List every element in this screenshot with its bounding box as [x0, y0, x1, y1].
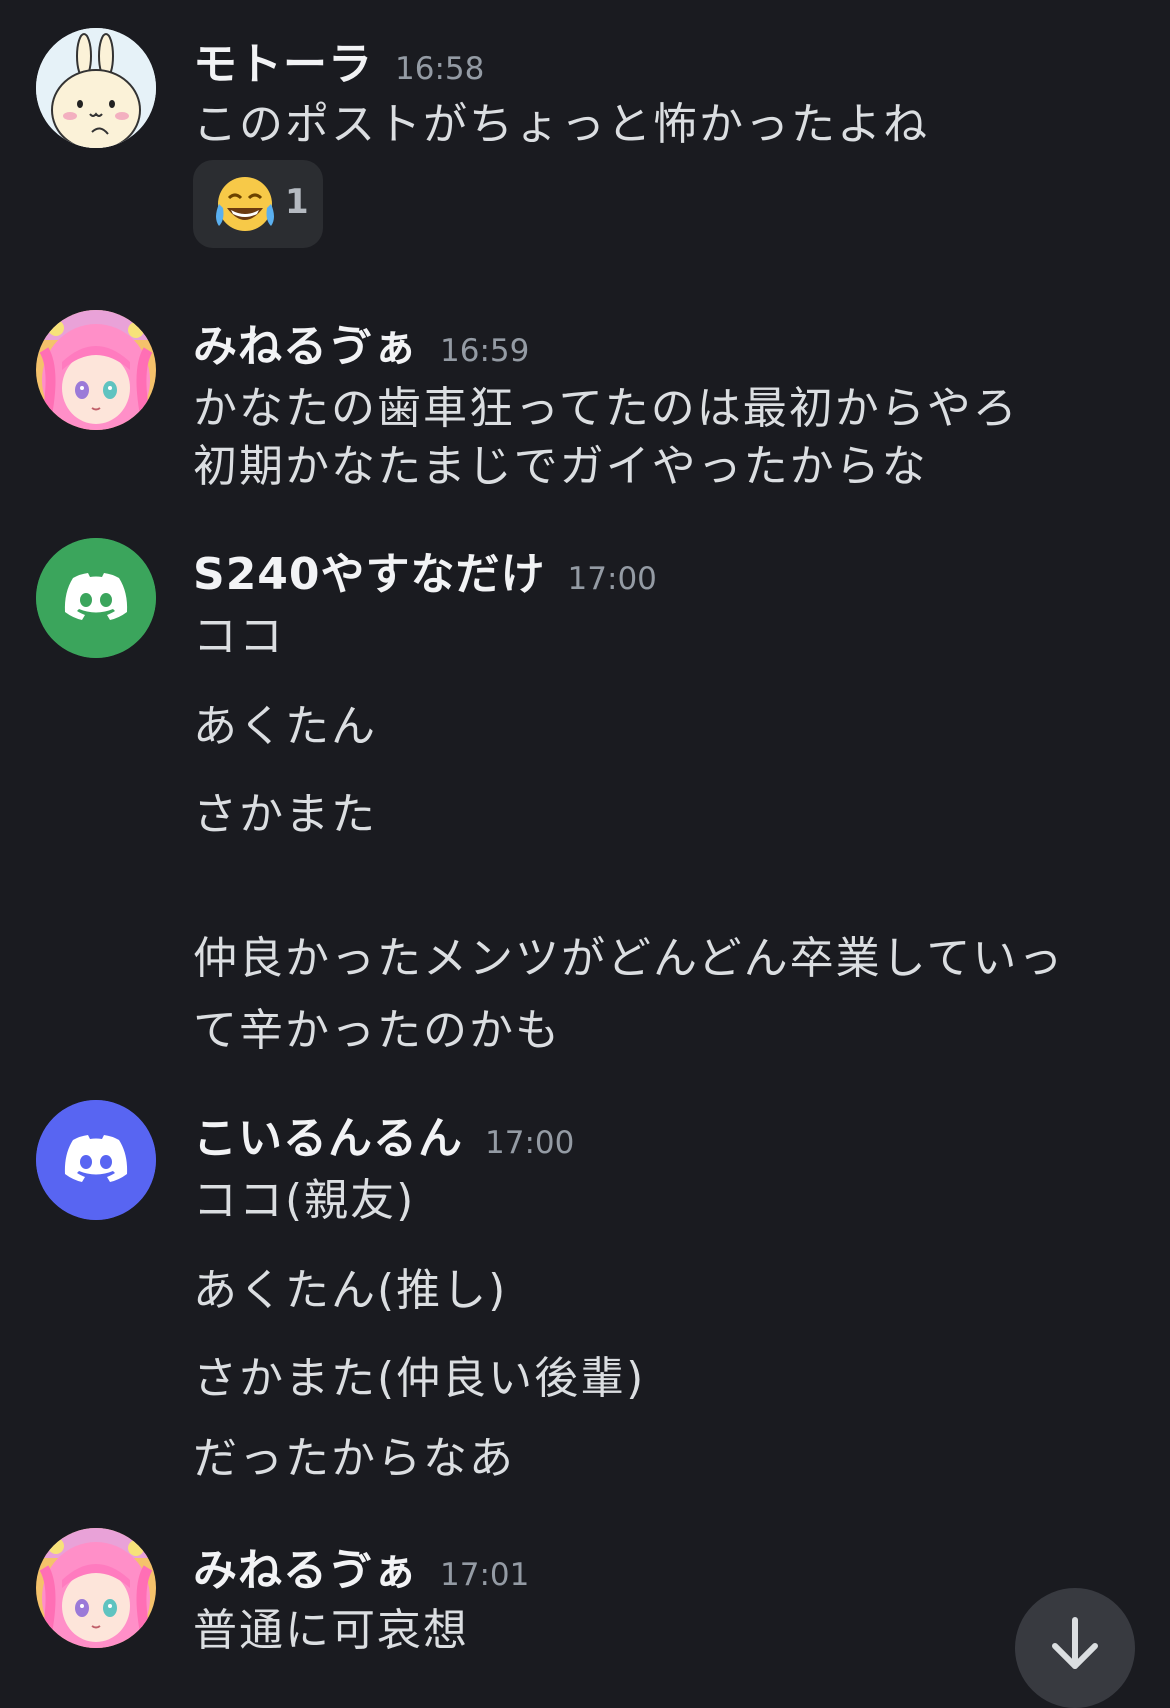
timestamp: 16:59: [440, 333, 530, 369]
message-text: かなたの歯車狂ってたのは最初からやろ: [193, 383, 1019, 434]
avatar[interactable]: [36, 538, 156, 658]
avatar[interactable]: [36, 28, 156, 148]
message-text: ココ(親友): [193, 1175, 416, 1226]
timestamp: 17:01: [440, 1557, 530, 1593]
message-text: あくたん(推し): [193, 1265, 508, 1316]
message-text: さかまた: [193, 789, 377, 840]
message-text: だったからなあ: [193, 1433, 515, 1484]
message-text: て辛かったのかも: [193, 1005, 561, 1056]
reaction-button[interactable]: 1: [193, 160, 323, 248]
message-text: 普通に可哀想: [193, 1605, 469, 1656]
message-header: こいるんるん 17:00: [193, 1102, 574, 1166]
username[interactable]: みねるゔぁ: [193, 321, 418, 372]
message-header: モトーラ 16:58: [193, 28, 484, 92]
arrow-down-icon: [1052, 1617, 1098, 1669]
message-text: さかまた(仲良い後輩): [193, 1353, 646, 1404]
avatar[interactable]: [36, 1100, 156, 1220]
message-header: S240やすなだけ 17:00: [193, 538, 657, 602]
username[interactable]: こいるんるん: [193, 1113, 463, 1164]
joy-tears-emoji-icon: [213, 174, 277, 238]
message-header: みねるゔぁ 17:01: [193, 1534, 529, 1598]
message-text: 仲良かったメンツがどんどん卒業していっ: [193, 933, 1065, 984]
avatar[interactable]: [36, 1528, 156, 1648]
message-text: あくたん: [193, 701, 377, 752]
username[interactable]: みねるゔぁ: [193, 1545, 418, 1596]
anime-girl-avatar-icon: [36, 310, 156, 430]
reaction-count: 1: [285, 182, 309, 222]
anime-girl-avatar-icon: [36, 1528, 156, 1648]
jump-to-bottom-button[interactable]: [1015, 1588, 1135, 1708]
rabbit-avatar-icon: [36, 28, 156, 148]
message-text: 初期かなたまじでガイやったからな: [193, 441, 928, 492]
discord-logo-icon: [36, 1100, 156, 1220]
message-text: ココ: [193, 611, 285, 662]
username[interactable]: モトーラ: [193, 39, 373, 90]
timestamp: 17:00: [567, 561, 657, 597]
timestamp: 16:58: [395, 51, 485, 87]
username[interactable]: S240やすなだけ: [193, 549, 546, 600]
timestamp: 17:00: [485, 1125, 575, 1161]
message-header: みねるゔぁ 16:59: [193, 310, 529, 374]
discord-logo-icon: [36, 538, 156, 658]
avatar[interactable]: [36, 310, 156, 430]
message-text: このポストがちょっと怖かったよね: [193, 99, 929, 150]
